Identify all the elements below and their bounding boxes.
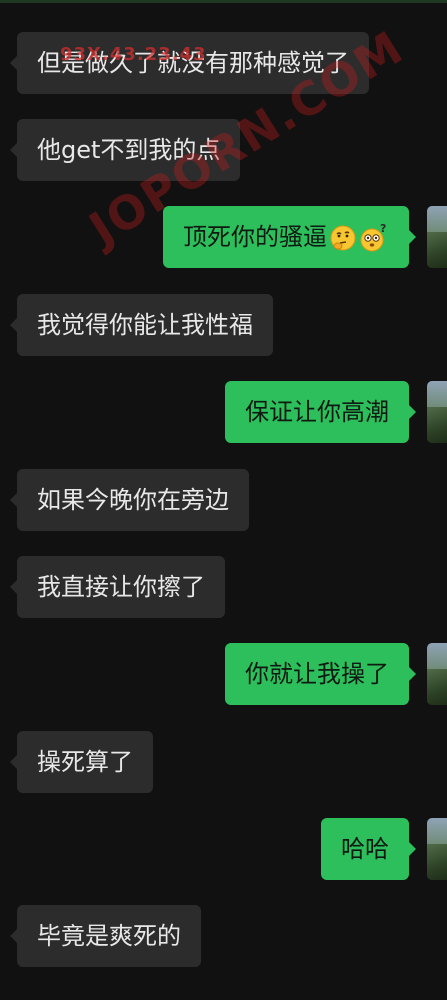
- incoming-message-bubble[interactable]: 如果今晚你在旁边: [10, 469, 249, 531]
- incoming-message-bubble[interactable]: 我直接让你擦了: [10, 556, 225, 618]
- message-row: 毕竟是爽死的: [0, 905, 447, 967]
- outgoing-message-bubble[interactable]: 哈哈: [321, 818, 416, 880]
- my-avatar[interactable]: [427, 643, 447, 705]
- message-row: 哈哈: [0, 818, 447, 880]
- message-text: 我直接让你擦了: [37, 573, 205, 601]
- my-avatar[interactable]: [427, 381, 447, 443]
- message-row: 操死算了: [0, 731, 447, 793]
- message-row: 你就让我操了: [0, 643, 447, 705]
- my-avatar[interactable]: [427, 206, 447, 268]
- message-text: 毕竟是爽死的: [37, 922, 181, 950]
- message-row: 顶死你的骚逼 ?: [0, 206, 447, 268]
- message-row: 保证让你高潮: [0, 381, 447, 443]
- my-avatar[interactable]: [427, 818, 447, 880]
- confused-face-icon: ?: [360, 223, 386, 252]
- message-text: 操死算了: [37, 748, 133, 776]
- outgoing-message-bubble[interactable]: 你就让我操了: [225, 643, 416, 705]
- message-text: 如果今晚你在旁边: [37, 486, 229, 514]
- message-text: 我觉得你能让我性福: [37, 311, 253, 339]
- message-text: 你就让我操了: [245, 660, 389, 688]
- message-row: 如果今晚你在旁边: [0, 469, 447, 531]
- watermark-id-text: 93X.43.23.43: [60, 44, 207, 65]
- message-text: 哈哈: [341, 835, 389, 863]
- message-row: 我觉得你能让我性福: [0, 294, 447, 356]
- svg-text:?: ?: [380, 223, 386, 235]
- incoming-message-bubble[interactable]: 操死算了: [10, 731, 153, 793]
- message-text: 顶死你的骚逼: [183, 223, 327, 251]
- thinking-face-icon: [330, 225, 356, 251]
- incoming-message-bubble[interactable]: 我觉得你能让我性福: [10, 294, 273, 356]
- message-row: 我直接让你擦了: [0, 556, 447, 618]
- outgoing-message-bubble[interactable]: 顶死你的骚逼 ?: [163, 206, 416, 268]
- message-text: 保证让你高潮: [245, 398, 389, 426]
- incoming-message-bubble[interactable]: 毕竟是爽死的: [10, 905, 201, 967]
- outgoing-message-bubble[interactable]: 保证让你高潮: [225, 381, 416, 443]
